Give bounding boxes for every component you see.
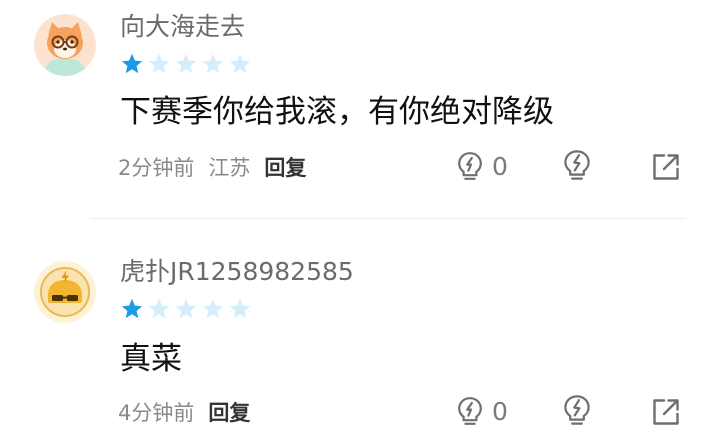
star-empty-icon (202, 53, 224, 74)
like-count: 0 (492, 151, 508, 181)
comment-text: 下赛季你给我滚，有你绝对降级 (120, 94, 554, 130)
share-arrow-icon (653, 399, 679, 425)
comment-meta: 4分钟前 回复 (118, 397, 250, 427)
comment-text: 真菜 (120, 341, 182, 377)
broken-lightbulb-icon (564, 395, 590, 425)
star-empty-icon (202, 298, 224, 319)
star-rating (120, 52, 252, 76)
comment-item: 向大海走去 下赛季你给我滚，有你绝对降级 2分钟前 江苏 回复 0 (0, 0, 719, 218)
star-filled-icon (121, 53, 143, 74)
comment-time: 2分钟前 (118, 156, 195, 180)
star-empty-icon (148, 53, 170, 74)
lightbulb-like-icon (458, 397, 482, 425)
broken-lightbulb-icon (564, 150, 590, 180)
username[interactable]: 虎扑JR1258982585 (120, 257, 354, 287)
lightbulb-like-icon (458, 152, 482, 180)
hupu-default-avatar-icon (34, 261, 96, 323)
star-empty-icon (229, 298, 251, 319)
star-rating (120, 297, 252, 321)
star-empty-icon (148, 298, 170, 319)
like-button[interactable]: 0 (456, 149, 508, 183)
comment-time: 4分钟前 (118, 401, 195, 425)
like-button[interactable]: 0 (456, 394, 508, 428)
username[interactable]: 向大海走去 (120, 12, 245, 42)
share-button[interactable] (651, 397, 681, 427)
share-button[interactable] (651, 152, 681, 182)
reply-button[interactable]: 回复 (264, 152, 306, 182)
reply-button[interactable]: 回复 (208, 397, 250, 427)
star-empty-icon (175, 53, 197, 74)
fox-avatar-icon (34, 14, 96, 76)
star-empty-icon (229, 53, 251, 74)
star-empty-icon (175, 298, 197, 319)
comment-item: 虎扑JR1258982585 真菜 4分钟前 回复 0 (0, 219, 719, 434)
avatar[interactable] (34, 14, 96, 76)
dislike-button[interactable] (562, 394, 592, 426)
dislike-button[interactable] (562, 149, 592, 181)
like-count: 0 (492, 396, 508, 426)
comment-location: 江苏 (208, 156, 251, 180)
avatar[interactable] (34, 261, 96, 323)
comment-meta: 2分钟前 江苏 回复 (118, 152, 306, 182)
star-filled-icon (121, 298, 143, 319)
share-arrow-icon (653, 154, 679, 180)
